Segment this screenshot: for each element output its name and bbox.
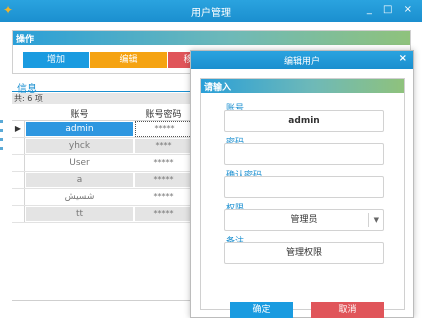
password-cell[interactable]: ***** — [135, 173, 192, 187]
close-icon[interactable]: × — [399, 53, 407, 64]
row-selector[interactable]: ▶ — [12, 121, 25, 137]
input-group: 请输入 账号 admin 密码 确认密码 权限 管理员 ▼ 备注 管理权限 确定… — [200, 78, 405, 318]
row-selector[interactable] — [12, 138, 25, 154]
account-cell[interactable]: admin — [26, 122, 133, 136]
item-count: 共: 6 项 — [14, 94, 43, 103]
password-cell[interactable]: ***** — [135, 190, 192, 204]
confirm-button[interactable]: 确定 — [230, 302, 293, 318]
input-group-header: 请输入 — [201, 79, 404, 93]
password-cell[interactable]: **** — [135, 139, 192, 153]
left-edge-marks — [0, 120, 4, 156]
table-row[interactable]: شسیش ***** — [12, 189, 192, 206]
account-field[interactable]: admin — [224, 110, 384, 132]
account-cell[interactable]: a — [26, 173, 133, 187]
row-selector[interactable] — [12, 189, 25, 205]
account-cell[interactable]: شسیش — [26, 190, 133, 204]
cancel-button[interactable]: 取消 — [311, 302, 384, 318]
input-group-header-label: 请输入 — [204, 83, 232, 93]
table-row[interactable]: ▶ admin ***** — [12, 121, 194, 138]
info-divider — [12, 91, 192, 92]
password-cell[interactable]: ***** — [135, 156, 192, 170]
operations-header-label: 操作 — [16, 35, 35, 45]
row-selector[interactable] — [12, 206, 25, 222]
account-cell[interactable]: User — [26, 156, 133, 170]
role-select[interactable]: 管理员 ▼ — [224, 209, 384, 231]
table-row[interactable]: a ***** — [12, 172, 192, 189]
password-cell[interactable]: ***** — [135, 121, 194, 137]
window-controls[interactable]: _ □ × — [367, 4, 416, 15]
table-row[interactable]: User ***** — [12, 155, 192, 172]
dialog-title-bar: 编辑用户 × — [191, 51, 413, 69]
column-header-password[interactable]: 账号密码 — [135, 107, 192, 120]
role-value: 管理员 — [290, 215, 318, 225]
table-bottom-border — [12, 300, 192, 301]
table-row[interactable]: tt ***** — [12, 206, 192, 223]
title-bar: ✦ 用户管理 _ □ × — [0, 0, 422, 22]
column-header-account[interactable]: 账号 — [26, 107, 133, 120]
password-field[interactable] — [224, 143, 384, 165]
row-selector[interactable] — [12, 155, 25, 171]
table-header: 账号 账号密码 — [12, 105, 192, 121]
dropdown-separator — [368, 213, 369, 227]
note-field[interactable]: 管理权限 — [224, 242, 384, 264]
edit-user-dialog: 编辑用户 × 请输入 账号 admin 密码 确认密码 权限 管理员 ▼ 备注 … — [190, 50, 414, 318]
row-selector[interactable] — [12, 172, 25, 188]
add-button[interactable]: 增加 — [23, 52, 89, 68]
count-bar: 共: 6 项 — [12, 93, 192, 104]
password-cell[interactable]: ***** — [135, 207, 192, 221]
dialog-title: 编辑用户 — [283, 57, 320, 67]
table-row[interactable]: yhck **** — [12, 138, 192, 155]
confirm-password-field[interactable] — [224, 176, 384, 198]
account-cell[interactable]: yhck — [26, 139, 133, 153]
account-cell[interactable]: tt — [26, 207, 133, 221]
operations-header: 操作 — [13, 31, 410, 45]
edit-button[interactable]: 编辑 — [90, 52, 167, 68]
chevron-down-icon[interactable]: ▼ — [374, 210, 379, 230]
window-title: 用户管理 — [191, 8, 231, 19]
